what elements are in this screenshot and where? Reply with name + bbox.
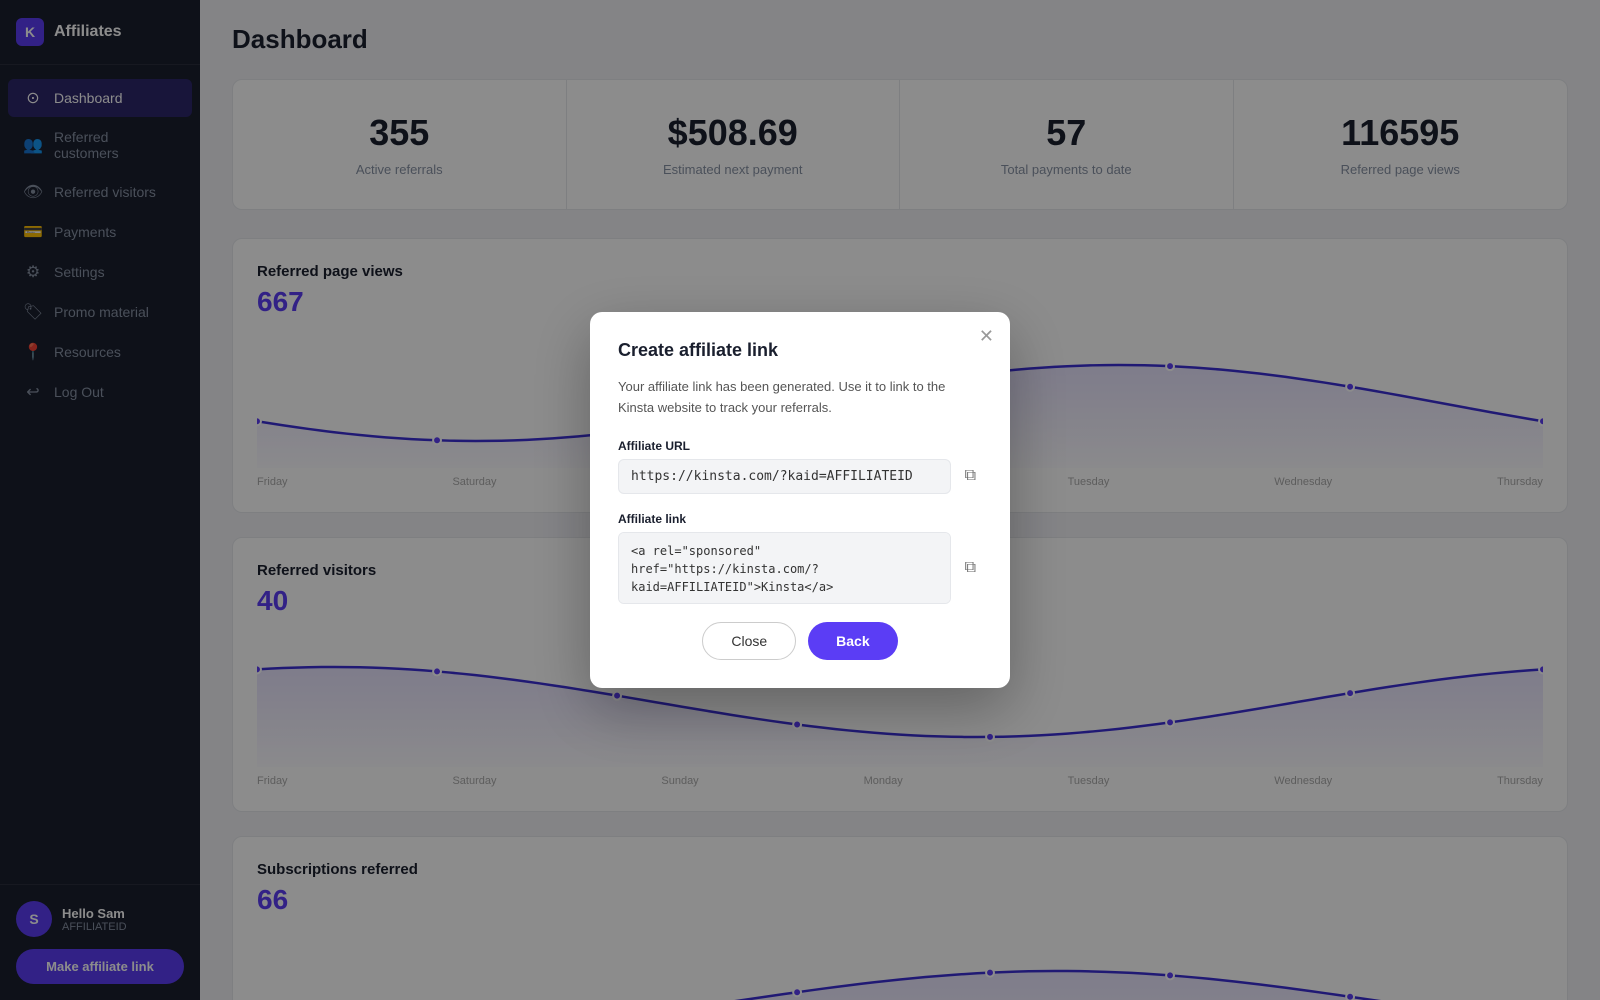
affiliate-link-label: Affiliate link [618,512,982,526]
modal-close-button[interactable]: ✕ [979,326,994,347]
copy-url-button[interactable]: ⧉ [959,461,982,491]
modal: ✕ Create affiliate link Your affiliate l… [590,312,1010,688]
back-button[interactable]: Back [808,622,897,660]
modal-title: Create affiliate link [618,340,982,361]
affiliate-url-input[interactable] [618,459,951,494]
modal-actions: Close Back [618,622,982,660]
affiliate-link-row: ⧉ [618,532,982,604]
modal-overlay[interactable]: ✕ Create affiliate link Your affiliate l… [0,0,1600,1000]
affiliate-link-textarea[interactable] [618,532,951,604]
copy-link-button[interactable]: ⧉ [959,553,982,583]
close-button[interactable]: Close [702,622,796,660]
affiliate-url-row: ⧉ [618,459,982,494]
affiliate-url-label: Affiliate URL [618,439,982,453]
modal-description: Your affiliate link has been generated. … [618,377,982,419]
